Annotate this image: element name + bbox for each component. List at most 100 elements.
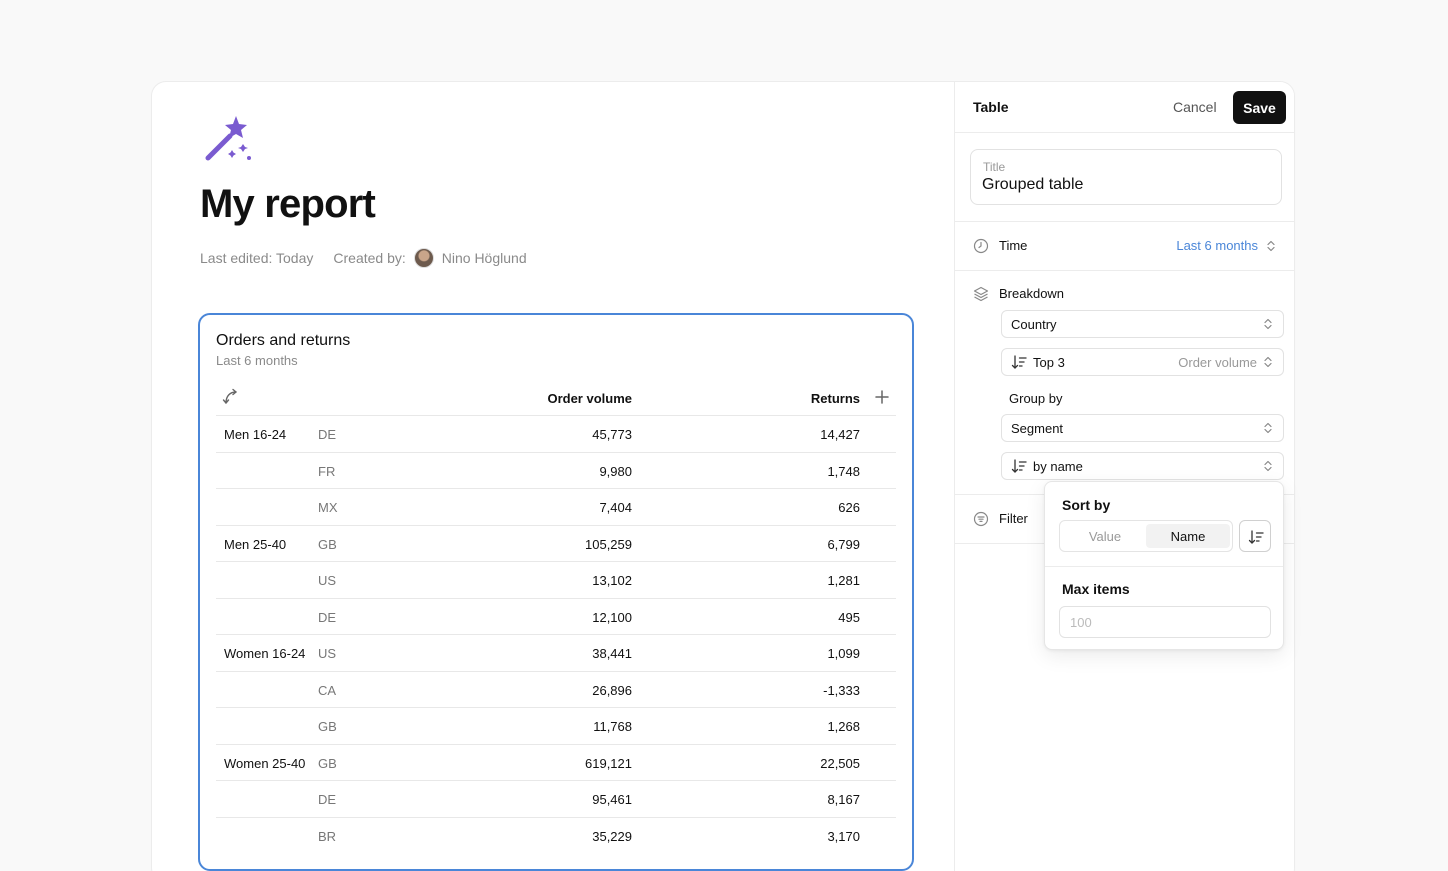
segment-cell: Women 25-40 — [224, 755, 306, 771]
table-widget[interactable]: Orders and returns Last 6 months Order v… — [198, 313, 914, 871]
divider — [955, 270, 1294, 271]
report-meta: Last edited: Today Created by: Nino Högl… — [200, 248, 527, 268]
sort-by-value-option[interactable]: Value — [1063, 524, 1147, 548]
chevron-up-down-icon — [1267, 240, 1275, 252]
order-volume-cell: 7,404 — [599, 500, 632, 515]
title-field[interactable]: Title — [970, 149, 1282, 205]
order-volume-cell: 35,229 — [592, 828, 632, 844]
sort-descending-icon — [1011, 355, 1027, 369]
table-row[interactable]: Men 25-40 GB 105,259 6,799 — [216, 524, 896, 562]
country-cell: GB — [318, 719, 337, 734]
returns-cell: 1,748 — [827, 463, 860, 479]
panel-header: Table Cancel Save — [955, 82, 1294, 133]
table-row[interactable]: BR 35,229 3,170 — [216, 816, 896, 854]
select-value: by name — [1033, 459, 1083, 474]
table-title: Orders and returns — [216, 332, 351, 349]
order-volume-cell: 45,773 — [592, 427, 632, 442]
country-cell: DE — [318, 609, 337, 625]
order-volume-cell: 26,896 — [592, 682, 632, 698]
table-row[interactable]: DE 12,100 495 — [216, 597, 896, 635]
swap-axes-icon[interactable] — [222, 388, 240, 406]
limit-metric: Order volume — [1178, 355, 1257, 370]
segment-cell: Men 25-40 — [224, 536, 287, 552]
layers-icon — [973, 286, 989, 302]
report-area: My report Last edited: Today Created by:… — [152, 82, 954, 871]
table-row[interactable]: MX 7,404 626 — [216, 488, 896, 525]
group-sort-select[interactable]: by name — [1001, 452, 1284, 480]
save-button[interactable]: Save — [1233, 91, 1286, 124]
segment-cell: Men 16-24 — [224, 427, 287, 442]
table-row[interactable]: US 13,102 1,281 — [216, 561, 896, 598]
country-cell: US — [318, 646, 337, 661]
sort-descending-icon — [1011, 459, 1027, 473]
sort-by-segmented-control: Value Name — [1059, 520, 1233, 552]
returns-cell: 14,427 — [820, 427, 860, 442]
order-volume-cell: 11,768 — [593, 719, 632, 734]
chevron-up-down-icon — [1264, 460, 1272, 472]
max-items-input[interactable] — [1059, 606, 1271, 638]
order-volume-cell: 95,461 — [592, 792, 632, 807]
divider — [1045, 566, 1283, 567]
chevron-up-down-icon — [1264, 318, 1272, 330]
returns-cell: 8,167 — [827, 792, 860, 807]
group-by-select[interactable]: Segment — [1001, 414, 1284, 442]
table-row[interactable]: Women 25-40 GB 619,121 22,505 — [216, 743, 896, 781]
breakdown-limit-select[interactable]: Top 3 Order volume — [1001, 348, 1284, 376]
returns-cell: 1,268 — [827, 719, 860, 734]
cancel-button[interactable]: Cancel — [1173, 99, 1217, 115]
returns-cell: 1,281 — [827, 573, 860, 588]
order-volume-cell: 12,100 — [592, 609, 632, 625]
author-name[interactable]: Nino Höglund — [442, 250, 527, 266]
title-input[interactable] — [982, 176, 1262, 194]
returns-cell: 3,170 — [827, 828, 860, 844]
created-by-label: Created by: — [333, 250, 406, 266]
table-row[interactable]: Men 16-24 DE 45,773 14,427 — [216, 415, 896, 452]
sort-direction-button[interactable] — [1239, 520, 1271, 552]
table-body: Men 16-24 DE 45,773 14,427 FR 9,980 1,748 MX 7… — [216, 415, 896, 853]
breakdown-dimension-select[interactable]: Country — [1001, 310, 1284, 338]
column-header-returns[interactable]: Returns — [811, 391, 860, 406]
max-items-label: Max items — [1062, 581, 1130, 597]
table-row[interactable]: GB 11,768 1,268 — [216, 707, 896, 744]
returns-cell: 626 — [838, 500, 860, 515]
filter-icon — [973, 511, 989, 527]
select-value: Segment — [1011, 421, 1064, 436]
table-row[interactable]: FR 9,980 1,748 — [216, 451, 896, 489]
last-edited: Last edited: Today — [200, 250, 314, 266]
country-cell: US — [318, 573, 337, 588]
select-value: Country — [1011, 317, 1057, 332]
table-settings-panel: Table Cancel Save Title Time Last 6 mont… — [954, 82, 1294, 871]
table-row[interactable]: DE 95,461 8,167 — [216, 780, 896, 817]
table-row[interactable]: CA 26,896 -1,333 — [216, 670, 896, 708]
order-volume-cell: 619,121 — [585, 755, 632, 771]
clock-icon — [973, 238, 989, 254]
table-row[interactable]: Women 16-24 US 38,441 1,099 — [216, 634, 896, 671]
breakdown-label: Breakdown — [999, 286, 1065, 301]
country-cell: DE — [318, 427, 337, 442]
country-cell: MX — [318, 500, 338, 515]
country-cell: DE — [318, 792, 337, 807]
select-value: Top 3 — [1033, 355, 1065, 370]
chevron-up-down-icon — [1264, 422, 1272, 434]
add-column-icon[interactable] — [874, 389, 890, 405]
chevron-up-down-icon — [1264, 356, 1272, 368]
column-header-order-volume[interactable]: Order volume — [547, 391, 632, 406]
returns-cell: -1,333 — [823, 682, 860, 698]
magic-wand-icon — [205, 116, 251, 161]
report-window: My report Last edited: Today Created by:… — [152, 82, 1294, 871]
sort-descending-icon — [1248, 530, 1264, 544]
sort-popover: Sort by Value Name Max items — [1044, 481, 1284, 650]
filter-label: Filter — [999, 511, 1028, 526]
country-cell: CA — [318, 682, 337, 698]
returns-cell: 1,099 — [827, 646, 860, 661]
order-volume-cell: 13,102 — [592, 573, 632, 588]
title-field-label: Title — [983, 160, 1006, 174]
breakdown-row: Breakdown — [955, 282, 1294, 306]
time-range-select[interactable]: Last 6 months — [1176, 238, 1258, 253]
time-row[interactable]: Time Last 6 months — [955, 234, 1294, 258]
group-by-label: Group by — [1009, 391, 1063, 406]
sort-by-label: Sort by — [1062, 497, 1111, 513]
segment-cell: Women 16-24 — [224, 646, 306, 661]
sort-by-name-option[interactable]: Name — [1146, 524, 1230, 548]
order-volume-cell: 9,980 — [599, 463, 632, 479]
